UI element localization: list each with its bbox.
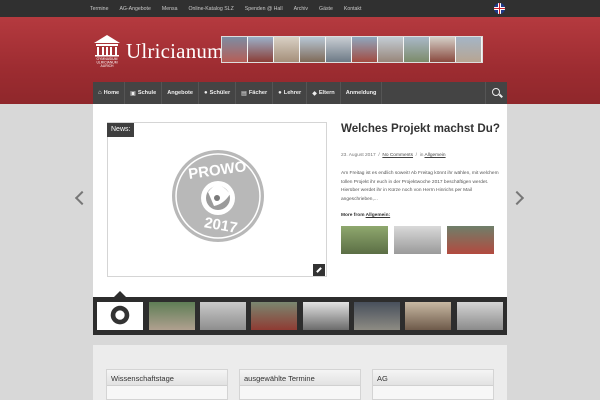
top-nav-item-ag-angebote[interactable]: AG-Angebote: [119, 6, 150, 12]
nav-item-home-label: Home: [103, 90, 120, 96]
nav-item-eltern-label: Eltern: [318, 90, 335, 96]
nav-item-faecher[interactable]: ▤ Fächer: [236, 82, 274, 104]
nav-item-eltern[interactable]: ◆ Eltern: [307, 82, 341, 104]
related-post-thumb[interactable]: [341, 226, 388, 254]
nav-item-anmeldung-label: Anmeldung: [345, 90, 377, 96]
more-from-label: More from: [341, 213, 365, 218]
top-nav-item-spenden[interactable]: Spenden @ Hall: [245, 6, 283, 12]
more-from-category-link[interactable]: Allgemein:: [366, 213, 391, 218]
nav-item-schule[interactable]: ▣ Schule: [125, 82, 163, 104]
teacher-icon: ●: [278, 90, 282, 96]
slide-thumbnail[interactable]: [354, 302, 400, 330]
site-title[interactable]: Ulricianum: [126, 39, 224, 64]
nav-item-anmeldung[interactable]: Anmeldung: [341, 82, 383, 104]
article-title[interactable]: Welches Projekt machst Du?: [341, 122, 501, 136]
article-meta: 23. August 2017 / No Comments / in Allge…: [341, 153, 446, 158]
article-excerpt: Am Freitag ist es endlich soweit! Ab Fre…: [341, 171, 499, 202]
nav-item-angebote[interactable]: Angebote: [162, 82, 199, 104]
search-icon[interactable]: [485, 82, 507, 104]
top-nav-item-archiv[interactable]: Archiv: [294, 6, 308, 12]
nav-item-schule-label: Schule: [137, 90, 157, 96]
prowo-thumb-icon: [110, 305, 130, 325]
school-icon: ▣: [130, 90, 136, 97]
slide-thumbnail[interactable]: [457, 302, 503, 330]
header-banner-image: [221, 36, 483, 63]
slide-thumbnail-active[interactable]: [97, 302, 143, 330]
active-slide-pointer: [114, 291, 126, 297]
related-post-thumb[interactable]: [447, 226, 494, 254]
nav-item-home[interactable]: ⌂ Home: [93, 82, 126, 104]
top-nav-item-termine[interactable]: Termine: [90, 6, 108, 12]
related-posts: [341, 226, 500, 254]
slide-thumbnail[interactable]: [149, 302, 195, 330]
slide-thumbnail[interactable]: [405, 302, 451, 330]
news-tag: News:: [107, 123, 135, 137]
edit-icon[interactable]: [313, 264, 325, 276]
book-icon: ▤: [241, 90, 247, 97]
slide-thumbnail[interactable]: [251, 302, 297, 330]
widget-ag: AG: [372, 369, 494, 400]
slide-thumbnail[interactable]: [200, 302, 246, 330]
top-nav-item-gaeste[interactable]: Gäste: [319, 6, 333, 12]
uk-flag-icon[interactable]: [494, 3, 505, 14]
top-nav-item-mensa[interactable]: Mensa: [162, 6, 178, 12]
top-nav-item-kontakt[interactable]: Kontakt: [344, 6, 362, 12]
article-date: 23. August 2017: [341, 153, 376, 158]
more-from-heading: More from Allgemein:: [341, 213, 390, 218]
slider-next-arrow-icon[interactable]: [514, 191, 523, 205]
home-icon: ⌂: [98, 90, 102, 96]
student-icon: ●: [203, 90, 208, 96]
parents-icon: ◆: [312, 90, 317, 97]
slider-prev-arrow-icon[interactable]: [74, 191, 83, 205]
logo-text-line-3: AURICH: [101, 64, 115, 68]
widget-title: AG: [373, 370, 493, 386]
widget-title: ausgewählte Termine: [240, 370, 360, 386]
prowo-2017-logo: PROWO 2017: [172, 150, 264, 242]
slide-thumbnail[interactable]: [303, 302, 349, 330]
related-post-thumb[interactable]: [394, 226, 441, 254]
top-nav: Termine AG-Angebote Mensa Online-Katalog…: [90, 0, 372, 17]
nav-item-faecher-label: Fächer: [248, 90, 268, 96]
school-logo[interactable]: GYMNASIUM ULRICIANUM AURICH: [92, 34, 122, 68]
main-nav: ⌂ Home ▣ Schule Angebote ● Schüler ▤ Fäc…: [93, 82, 507, 104]
nav-item-schueler[interactable]: ● Schüler: [199, 82, 237, 104]
article-comments-link[interactable]: No Comments: [382, 153, 413, 158]
nav-item-schueler-label: Schüler: [209, 90, 231, 96]
top-nav-item-online-katalog[interactable]: Online-Katalog SLZ: [188, 6, 233, 12]
widget-title: Wissenschaftstage: [107, 370, 227, 386]
widget-wissenschaftstage: Wissenschaftstage: [106, 369, 228, 400]
nav-item-lehrer[interactable]: ● Lehrer: [273, 82, 308, 104]
nav-item-lehrer-label: Lehrer: [283, 90, 302, 96]
article-category-prefix: in: [419, 153, 424, 158]
widget-termine: ausgewählte Termine: [239, 369, 361, 400]
article-category-link[interactable]: Allgemein: [425, 153, 446, 158]
nav-item-angebote-label: Angebote: [167, 90, 193, 96]
